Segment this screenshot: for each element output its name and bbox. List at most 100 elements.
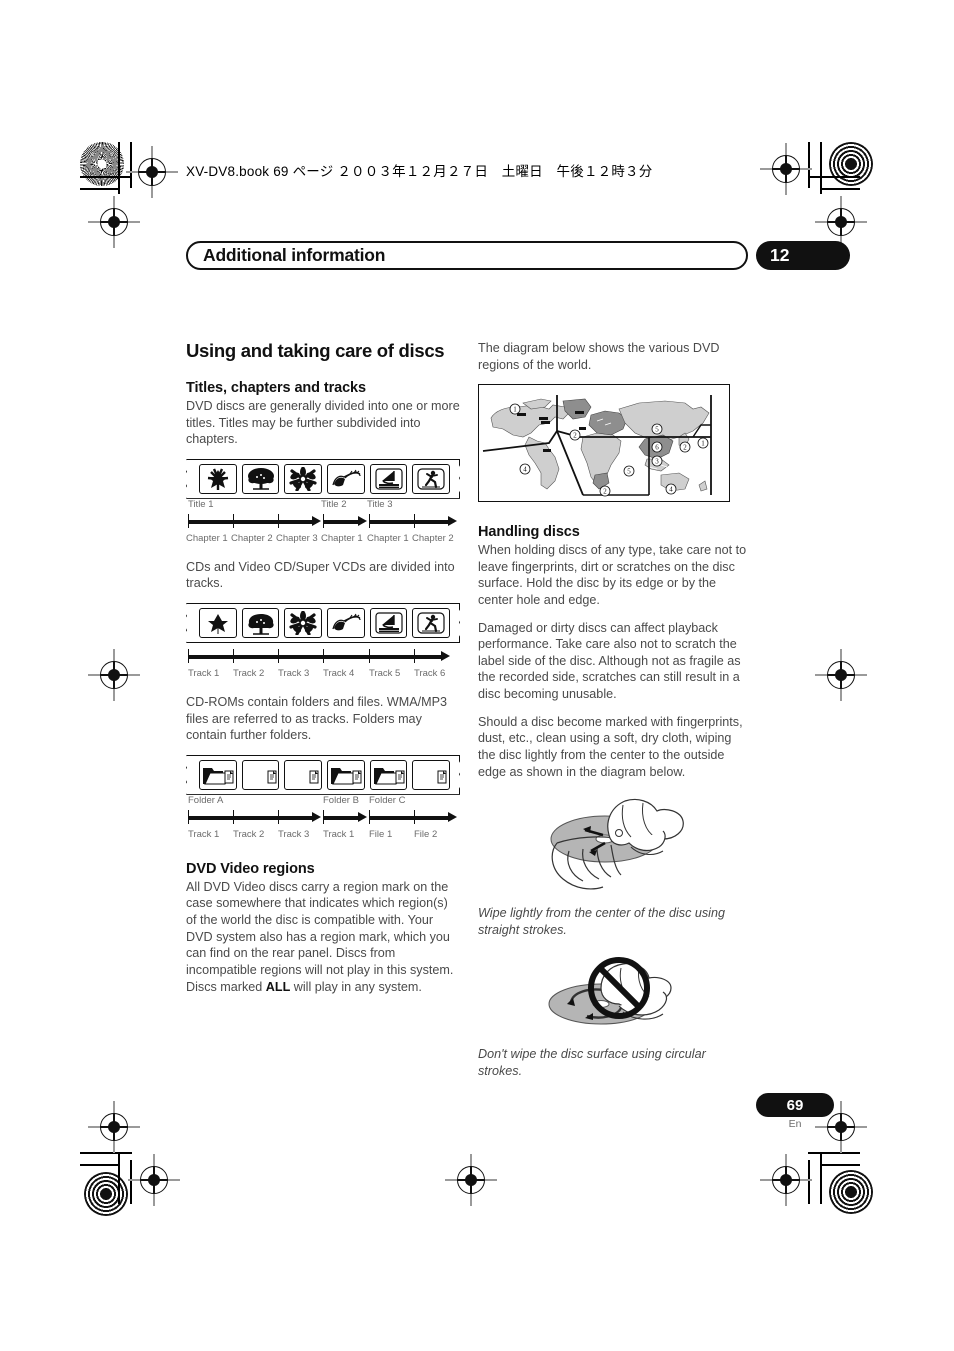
registration-mark-top-left	[126, 146, 178, 198]
track-label: Track 5	[369, 668, 401, 680]
chapter-label: Chapter 3	[276, 532, 318, 544]
regions-text-part2: will play in any system.	[290, 979, 422, 994]
track-label: Track 3	[278, 668, 310, 680]
print-job-slug: XV-DV8.book 69 ページ ２００３年１２月２７日 土曜日 午後１２時…	[186, 164, 653, 179]
runner-icon	[412, 608, 451, 639]
registration-mark-bottom-right	[760, 1154, 812, 1206]
registration-mark-left-upper	[88, 196, 140, 248]
crop-mark-line	[80, 188, 120, 190]
track-label: Track 6	[414, 668, 446, 680]
paragraph-titles-chapters: DVD discs are generally divided into one…	[186, 399, 460, 447]
item-label: Track 2	[233, 828, 265, 840]
crop-mark-line	[808, 1152, 860, 1154]
chapter-number: 12	[770, 245, 790, 265]
svg-text:4: 4	[523, 466, 527, 474]
crop-mark-line	[130, 142, 132, 188]
tree-icon	[241, 608, 280, 639]
svg-text:1: 1	[701, 440, 705, 448]
paragraph-dvd-regions: All DVD Video discs carry a region mark …	[186, 879, 460, 995]
crop-mark-line	[820, 188, 860, 190]
leaf-icon	[199, 608, 237, 639]
chapter-label: Chapter 2	[412, 532, 454, 544]
left-column: Using and taking care of discs Titles, c…	[186, 340, 460, 1006]
registration-mark-top-right	[760, 143, 812, 195]
item-label: File 2	[414, 828, 438, 840]
registration-mark-right-upper	[815, 196, 867, 248]
folder-label: Folder C	[369, 794, 406, 806]
registration-mark-left-lower	[88, 1101, 140, 1153]
track-label-row: Track 1 Track 2 Track 3 Track 4 Track 5 …	[186, 668, 460, 682]
registration-mark-right-middle	[815, 649, 867, 701]
registration-mark-left-middle	[88, 649, 140, 701]
film-strip	[186, 754, 460, 795]
svg-text:2: 2	[603, 488, 607, 496]
crop-mark-line	[808, 142, 810, 188]
svg-text:2: 2	[683, 444, 687, 452]
file-icon	[412, 759, 451, 790]
printed-page: XV-DV8.book 69 ページ ２００３年１２月２７日 土曜日 午後１２時…	[0, 0, 954, 1351]
regions-text-part1: All DVD Video discs carry a region mark …	[186, 879, 454, 994]
page-language-code: En	[788, 1118, 802, 1130]
folders-and-files-diagram: Folder A Folder B Folder C Track 1 Track…	[186, 754, 460, 843]
print-calibration-target-bottom-left	[84, 1172, 128, 1216]
crop-mark-line	[80, 1164, 120, 1166]
wipe-circular-prohibited-illustration	[478, 954, 752, 1040]
crop-mark-line	[118, 1152, 120, 1204]
bird-hand-icon	[327, 608, 365, 639]
crop-mark-line	[808, 176, 860, 178]
right-column: The diagram below shows the various DVD …	[478, 340, 752, 1096]
page-number: 69	[786, 1096, 804, 1114]
track-label: Track 4	[323, 668, 355, 680]
track-label: Track 1	[188, 668, 220, 680]
wipe-straight-illustration	[478, 791, 752, 899]
crop-mark-line	[80, 176, 132, 178]
caption-wipe-straight: Wipe lightly from the center of the disc…	[478, 906, 725, 937]
flower-icon	[284, 463, 323, 494]
crop-mark-line	[820, 142, 822, 194]
tree-icon	[241, 463, 280, 494]
subheading-handling-discs: Handling discs	[478, 524, 580, 541]
chapter-number-badge: 12	[756, 241, 850, 270]
print-calibration-target-top-right	[829, 142, 873, 186]
track-label: Track 2	[233, 668, 265, 680]
crop-mark-line	[820, 1152, 822, 1204]
file-icon	[241, 759, 280, 790]
registration-mark-bottom-left	[128, 1154, 180, 1206]
folder-label-row: Folder A Folder B Folder C	[186, 795, 460, 808]
bird-hand-icon	[327, 463, 365, 494]
leaf-icon	[199, 463, 237, 494]
runner-icon	[412, 463, 451, 494]
chapter-label: Chapter 1	[186, 532, 228, 544]
print-calibration-target-bottom-right	[829, 1170, 873, 1214]
tracks-diagram: Track 1 Track 2 Track 3 Track 4 Track 5 …	[186, 603, 460, 682]
flower-icon	[284, 608, 323, 639]
registration-mark-bottom-center	[445, 1154, 497, 1206]
folder-file-icon	[327, 759, 365, 790]
svg-text:5: 5	[655, 426, 659, 434]
title-label-row: Title 1 Title 2 Title 3	[186, 499, 460, 512]
folder-arrow-row	[186, 809, 460, 829]
folder-item-label-row: Track 1 Track 2 Track 3 Track 1 File 1 F…	[186, 829, 460, 843]
crop-mark-line	[820, 1164, 860, 1166]
title-label: Title 3	[367, 498, 393, 510]
title-label: Title 1	[188, 498, 214, 510]
svg-text:6: 6	[655, 444, 659, 452]
section-title: Using and taking care of discs	[186, 340, 445, 361]
windsurf-icon	[369, 463, 408, 494]
chapter-label: Chapter 2	[231, 532, 273, 544]
running-head-bar: Additional information	[186, 241, 748, 270]
page-number-badge: 69	[756, 1093, 834, 1117]
caption-wipe-circular: Don't wipe the disc surface using circul…	[478, 1047, 706, 1078]
film-strip	[186, 458, 460, 499]
folder-label: Folder B	[323, 794, 359, 806]
windsurf-icon	[369, 608, 408, 639]
crop-mark-line	[808, 1160, 810, 1204]
item-label: Track 3	[278, 828, 310, 840]
item-label: Track 1	[188, 828, 220, 840]
svg-text:1: 1	[513, 406, 517, 414]
crop-mark-line	[130, 1160, 132, 1204]
subheading-dvd-regions: DVD Video regions	[186, 860, 315, 877]
paragraph-tracks: CDs and Video CD/Super VCDs are divided …	[186, 559, 455, 591]
svg-text:3: 3	[655, 458, 659, 466]
regions-all-mark: ALL	[265, 979, 291, 994]
